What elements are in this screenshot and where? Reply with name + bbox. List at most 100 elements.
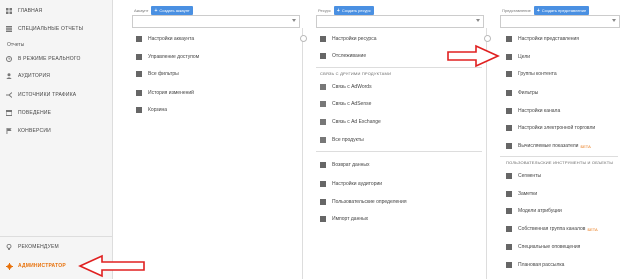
settings-page-icon	[320, 36, 326, 42]
item-label: Возврат данных	[332, 162, 370, 168]
all-products-item[interactable]: Все продукты	[320, 134, 364, 146]
audience-branch-icon	[320, 181, 326, 187]
collapse-account-button[interactable]	[300, 35, 307, 42]
tracking-item[interactable]: Отслеживание	[320, 50, 366, 62]
view-selector[interactable]	[500, 15, 620, 28]
item-label: Собственная группа каналов	[518, 226, 586, 232]
item-label: Связь с AdSense	[332, 101, 372, 107]
property-settings-item[interactable]: Настройки ресурса	[320, 33, 376, 45]
create-view-button[interactable]: + Создать представление	[533, 6, 590, 15]
adsense-icon	[320, 101, 326, 107]
item-label: Пользовательские определения	[332, 199, 407, 205]
item-label: Вычисляемые показатели	[518, 143, 579, 149]
item-label: Связь с Ad Exchange	[332, 119, 381, 125]
account-label: Аккаунт	[134, 8, 149, 13]
ecommerce-settings-item[interactable]: Настройки электронной торговли	[506, 122, 595, 134]
calculated-metrics-item[interactable]: Вычисляемые показатели БЕТА	[506, 140, 591, 152]
chevron-down-icon	[476, 19, 480, 22]
adexchange-link-item[interactable]: Связь с Ad Exchange	[320, 116, 381, 128]
trash-icon	[136, 107, 142, 113]
annotations-item[interactable]: Заметки	[506, 188, 537, 200]
account-divider	[302, 28, 303, 279]
property-selector[interactable]	[316, 15, 484, 28]
account-selector[interactable]	[132, 15, 300, 28]
custom-definitions-item[interactable]: Пользовательские определения	[320, 196, 407, 208]
item-label: Модели атрибуции	[518, 208, 562, 214]
nav-realtime-label: В РЕЖИМЕ РЕАЛЬНОГО	[18, 56, 81, 62]
nav-behavior[interactable]: ПОВЕДЕНИЕ	[0, 106, 112, 120]
audience-settings-item[interactable]: Настройки аудитории	[320, 178, 382, 190]
item-label: Цели	[518, 54, 531, 60]
item-label: Плановая рассылка	[518, 262, 565, 268]
plus-icon: +	[536, 7, 540, 14]
attribution-models-item[interactable]: Модели атрибуции	[506, 205, 562, 217]
create-account-button[interactable]: + Создать аккаунт	[151, 6, 193, 15]
reports-icon	[6, 26, 12, 32]
nav-audience[interactable]: АУДИТОРИЯ	[0, 69, 112, 83]
adwords-link-item[interactable]: Связь с AdWords	[320, 81, 372, 93]
filter-icon	[506, 90, 512, 96]
view-label: Представление	[502, 8, 531, 13]
item-label: Отслеживание	[332, 53, 367, 59]
remarketing-icon	[320, 162, 326, 168]
attribution-icon	[506, 208, 512, 214]
adsense-link-item[interactable]: Связь с AdSense	[320, 98, 371, 110]
content-grouping-item[interactable]: Группы контента	[506, 68, 557, 80]
channel-icon	[506, 108, 512, 114]
nav-divider	[0, 236, 112, 237]
create-property-label: Создать ресурс	[341, 8, 371, 13]
filters-item[interactable]: Фильтры	[506, 87, 538, 99]
account-header: Аккаунт + Создать аккаунт	[134, 6, 193, 15]
nav-acquisition[interactable]: ИСТОЧНИКИ ТРАФИКА	[0, 88, 112, 102]
dd-icon	[320, 199, 326, 205]
notes-icon	[506, 191, 512, 197]
gear-icon	[6, 263, 13, 270]
scheduled-emails-item[interactable]: Плановая рассылка	[506, 259, 564, 271]
segments-item[interactable]: Сегменты	[506, 170, 541, 182]
change-history-item[interactable]: История изменений	[136, 87, 194, 99]
flag-icon	[6, 128, 12, 134]
cart-icon	[506, 125, 512, 131]
item-label: Заметки	[518, 191, 538, 197]
trash-item[interactable]: Корзина	[136, 104, 167, 116]
flag-icon	[506, 54, 512, 60]
content-grouping-icon	[506, 71, 512, 77]
custom-alerts-item[interactable]: Специальные оповещения	[506, 241, 580, 253]
user-management-item[interactable]: Управление доступом	[136, 51, 199, 63]
item-label: Корзина	[148, 107, 168, 113]
behavior-icon	[5, 110, 13, 116]
nav-custom-reports[interactable]: СПЕЦИАЛЬНЫЕ ОТЧЕТЫ	[0, 22, 112, 36]
custom-channel-grouping-item[interactable]: Собственная группа каналов БЕТА	[506, 223, 598, 235]
nav-realtime[interactable]: В РЕЖИМЕ РЕАЛЬНОГО	[0, 52, 112, 66]
segments-icon	[506, 173, 512, 179]
channel-settings-item[interactable]: Настройки канала	[506, 105, 560, 117]
nav-recommended-label: РЕКОМЕНДУЕМ	[18, 244, 59, 250]
calendar-icon	[506, 262, 512, 268]
create-property-button[interactable]: + Создать ресурс	[333, 6, 374, 15]
nav-behavior-label: ПОВЕДЕНИЕ	[18, 110, 52, 116]
nav-recommended[interactable]: РЕКОМЕНДУЕМ	[0, 240, 112, 254]
item-label: Настройки аккаунта	[148, 36, 195, 42]
nav-conversions-label: КОНВЕРСИИ	[18, 128, 51, 134]
account-settings-item[interactable]: Настройки аккаунта	[136, 33, 194, 45]
filter-icon	[136, 71, 142, 77]
remarketing-item[interactable]: Возврат данных	[320, 159, 369, 171]
item-label: Настройки канала	[518, 108, 561, 114]
settings-page-icon	[136, 36, 142, 42]
users-icon	[136, 54, 142, 60]
view-settings-item[interactable]: Настройки представления	[506, 33, 579, 45]
item-label: Настройки аудитории	[332, 181, 383, 187]
personal-tools-title: ПОЛЬЗОВАТЕЛЬСКИЕ ИНСТРУМЕНТЫ И ОБЪЕКТЫ	[506, 160, 614, 165]
all-filters-item[interactable]: Все фильтры	[136, 68, 179, 80]
dd-icon	[506, 143, 512, 149]
nav-conversions[interactable]: КОНВЕРСИИ	[0, 124, 112, 138]
plus-icon: +	[336, 7, 340, 14]
nav-home[interactable]: ГЛАВНАЯ	[0, 4, 112, 18]
item-label: Все продукты	[332, 137, 364, 143]
goals-item[interactable]: Цели	[506, 51, 530, 63]
separator	[500, 156, 618, 157]
nav-home-label: ГЛАВНАЯ	[18, 8, 43, 14]
data-import-item[interactable]: Импорт данных	[320, 213, 368, 225]
collapse-property-button[interactable]	[484, 35, 491, 42]
property-header: Ресурс + Создать ресурс	[318, 6, 374, 15]
